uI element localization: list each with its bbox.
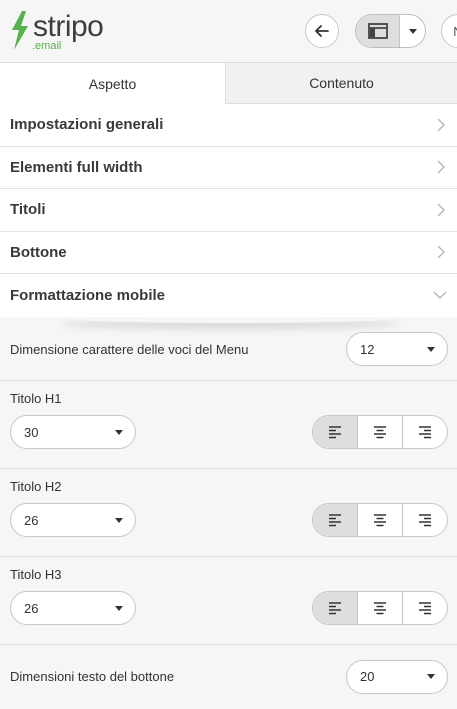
section-bottone[interactable]: Bottone <box>0 232 457 274</box>
h3-row: Titolo H3 26 <box>0 557 457 645</box>
select-value: 26 <box>24 600 39 616</box>
align-right-button[interactable] <box>403 592 447 624</box>
menu-font-size-label: Dimensione carattere delle voci del Menu <box>10 341 249 357</box>
mobile-formatting-settings: Dimensione carattere delle voci del Menu… <box>0 318 457 708</box>
section-label: Elementi full width <box>10 158 143 176</box>
h1-align-group <box>312 415 448 449</box>
align-right-icon <box>419 602 431 615</box>
select-value: 12 <box>360 341 375 357</box>
section-formattazione-mobile[interactable]: Formattazione mobile <box>0 274 457 317</box>
align-right-icon <box>419 514 431 527</box>
button-text-size-label: Dimensioni testo del bottone <box>10 669 175 684</box>
settings-accordion: Impostazioni generali Elementi full widt… <box>0 104 457 317</box>
h2-size-select[interactable]: 26 <box>10 503 136 537</box>
section-titoli[interactable]: Titoli <box>0 189 457 232</box>
align-right-icon <box>419 426 431 439</box>
caret-down-icon <box>408 28 417 34</box>
h3-size-select[interactable]: 26 <box>10 591 136 625</box>
menu-font-size-select[interactable]: 12 <box>346 332 448 366</box>
select-value: 20 <box>360 669 375 684</box>
stripo-bolt-icon <box>12 11 28 50</box>
align-left-button[interactable] <box>313 504 358 536</box>
layout-view-split-button[interactable] <box>355 14 426 48</box>
align-center-button[interactable] <box>358 592 403 624</box>
chevron-down-icon <box>433 288 447 302</box>
caret-down-icon <box>427 674 435 679</box>
align-right-button[interactable] <box>403 504 447 536</box>
h2-label: Titolo H2 <box>10 479 62 494</box>
section-label: Titoli <box>10 201 46 219</box>
chevron-right-icon <box>437 118 447 132</box>
section-label: Impostazioni generali <box>10 116 164 134</box>
h1-row: Titolo H1 30 <box>0 381 457 469</box>
caret-down-icon <box>427 346 435 352</box>
align-left-button[interactable] <box>313 416 358 448</box>
layout-view-dropdown-toggle[interactable] <box>400 15 425 47</box>
align-left-icon <box>329 426 341 439</box>
h2-align-group <box>312 503 448 537</box>
section-label: Bottone <box>10 243 67 261</box>
align-center-button[interactable] <box>358 416 403 448</box>
tab-aspetto[interactable]: Aspetto <box>0 62 226 104</box>
stripo-logo[interactable]: stripo .email <box>8 8 118 54</box>
arrow-left-icon <box>315 25 329 37</box>
section-label: Formattazione mobile <box>10 286 166 304</box>
select-value: 26 <box>24 512 39 528</box>
h1-size-select[interactable]: 30 <box>10 415 136 449</box>
top-bar: stripo .email N <box>0 0 457 62</box>
menu-font-size-row: Dimensione carattere delle voci del Menu… <box>0 318 457 381</box>
caret-down-icon <box>115 517 123 523</box>
select-value: 30 <box>24 424 39 440</box>
layout-panel-icon <box>367 23 388 39</box>
align-center-icon <box>374 514 386 527</box>
align-center-button[interactable] <box>358 504 403 536</box>
align-left-icon <box>329 602 341 615</box>
section-elementi-full-width[interactable]: Elementi full width <box>0 147 457 189</box>
h3-align-group <box>312 591 448 625</box>
logo-sub: .email <box>32 40 62 52</box>
layout-view-button[interactable] <box>356 15 400 47</box>
align-left-icon <box>329 514 341 527</box>
caret-down-icon <box>115 429 123 435</box>
back-button[interactable] <box>305 14 339 48</box>
align-right-button[interactable] <box>403 416 447 448</box>
h2-row: Titolo H2 26 <box>0 469 457 557</box>
h3-label: Titolo H3 <box>10 567 62 582</box>
h1-label: Titolo H1 <box>10 391 62 406</box>
align-center-icon <box>374 426 386 439</box>
tab-contenuto[interactable]: Contenuto <box>226 62 457 104</box>
button-text-size-select[interactable]: 20 <box>346 659 448 694</box>
chevron-right-icon <box>437 203 447 217</box>
panel-tabs: Aspetto Contenuto <box>0 62 457 104</box>
align-center-icon <box>374 602 386 615</box>
chevron-right-icon <box>437 160 447 174</box>
caret-down-icon <box>115 605 123 611</box>
button-text-size-row: Dimensioni testo del bottone 20 <box>0 645 457 708</box>
align-left-button[interactable] <box>313 592 358 624</box>
logo-word: stripo <box>33 10 104 43</box>
chevron-right-icon <box>437 245 447 259</box>
partial-button[interactable]: N <box>441 14 457 48</box>
section-impostazioni-generali[interactable]: Impostazioni generali <box>0 104 457 147</box>
